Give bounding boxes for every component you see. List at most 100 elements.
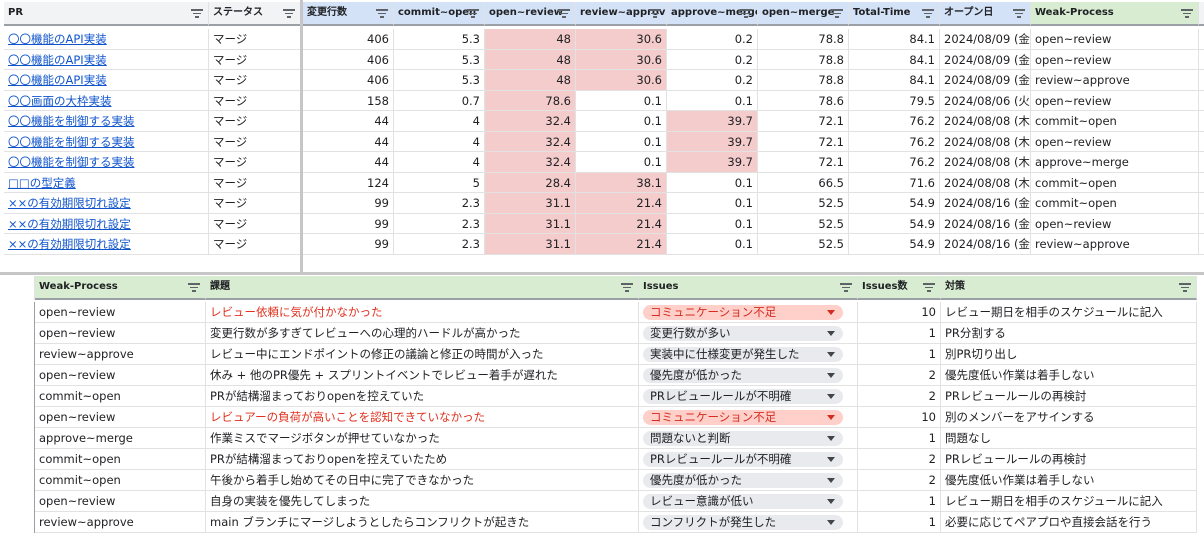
pr-link[interactable]: 〇〇画面の大枠実装 <box>8 94 112 108</box>
header-approve_merge[interactable]: approve~merge <box>667 2 758 26</box>
cell-category[interactable]: コンフリクトが発生した <box>639 512 858 533</box>
filter-icon[interactable] <box>740 9 752 18</box>
cell-pr[interactable]: ××の有効期限切れ設定 <box>4 234 209 255</box>
filter-icon[interactable] <box>467 9 479 18</box>
pr-link[interactable]: ××の有効期限切れ設定 <box>8 196 131 210</box>
chevron-down-icon[interactable] <box>827 436 835 441</box>
cell-pr[interactable]: 〇〇機能のAPI実装 <box>4 29 209 50</box>
chevron-down-icon[interactable] <box>827 499 835 504</box>
filter-icon[interactable] <box>1013 9 1025 18</box>
table-row: □□の型定義 マージ 124 5 28.4 38.1 0.1 66.5 71.6 2024/08/… <box>0 172 1204 193</box>
pr-link[interactable]: 〇〇機能のAPI実装 <box>8 32 107 46</box>
header-commit_open[interactable]: commit~open <box>394 2 485 26</box>
chevron-down-icon[interactable] <box>827 394 835 399</box>
cell-pr[interactable]: 〇〇機能を制御する実装 <box>4 152 209 173</box>
issue-dropdown[interactable]: コミュニケーション不足 <box>643 305 843 320</box>
table-row: ××の有効期限切れ設定 マージ 99 2.3 31.1 21.4 0.1 52.5 54.9 20… <box>0 234 1204 255</box>
frozen-column-divider[interactable] <box>300 0 303 272</box>
cell-pr[interactable]: 〇〇機能のAPI実装 <box>4 49 209 70</box>
cell-weak: commit~open <box>1031 111 1199 132</box>
cell-category[interactable]: レビュー意識が低い <box>639 491 858 512</box>
cell-pr[interactable]: ××の有効期限切れ設定 <box>4 213 209 234</box>
cell-extra <box>1199 214 1204 234</box>
header-lines[interactable]: 変更行数 <box>303 2 394 26</box>
chevron-down-icon[interactable] <box>827 457 835 462</box>
cell-total: 54.9 <box>849 234 940 255</box>
filter-icon[interactable] <box>840 283 852 292</box>
cell-category[interactable]: 優先度が低かった <box>639 365 858 386</box>
issue-dropdown[interactable]: レビュー意識が低い <box>643 494 843 509</box>
filter-icon[interactable] <box>191 9 203 18</box>
cell-pr[interactable]: 〇〇機能を制御する実装 <box>4 111 209 132</box>
issue-dropdown[interactable]: 問題ないと判断 <box>643 431 843 446</box>
header-review_approve[interactable]: review~approve <box>576 2 667 26</box>
chevron-down-icon[interactable] <box>827 373 835 378</box>
header-weak[interactable]: Weak-Process <box>35 276 206 300</box>
header-measure[interactable]: 対策 <box>941 276 1197 300</box>
issue-dropdown[interactable]: 優先度が低かった <box>643 368 843 383</box>
pr-link[interactable]: ××の有効期限切れ設定 <box>8 217 131 231</box>
chevron-down-icon[interactable] <box>827 331 835 336</box>
filter-icon[interactable] <box>922 9 934 18</box>
pr-link[interactable]: ××の有効期限切れ設定 <box>8 237 131 251</box>
pr-link[interactable]: 〇〇機能のAPI実装 <box>8 53 107 67</box>
header-pr[interactable]: PR <box>4 2 209 26</box>
cell-lines: 406 <box>303 49 394 70</box>
filter-icon[interactable] <box>621 283 633 292</box>
header-count[interactable]: Issues数 <box>858 276 941 300</box>
cell-category[interactable]: コミュニケーション不足 <box>639 302 858 323</box>
cell-category[interactable]: 実装中に仕様変更が発生した <box>639 344 858 365</box>
table-row: 〇〇機能を制御する実装 マージ 44 4 32.4 0.1 39.7 72.1 76.2 2024… <box>0 111 1204 132</box>
filter-icon[interactable] <box>649 9 661 18</box>
cell-category[interactable]: 問題ないと判断 <box>639 428 858 449</box>
pr-link[interactable]: 〇〇機能を制御する実装 <box>8 155 135 169</box>
pr-link[interactable]: 〇〇機能を制御する実装 <box>8 135 135 149</box>
cell-category[interactable]: PRレビュールールが不明確 <box>639 386 858 407</box>
cell-category[interactable]: コミュニケーション不足 <box>639 407 858 428</box>
chevron-down-icon[interactable] <box>827 352 835 357</box>
filter-icon[interactable] <box>376 9 388 18</box>
header-issue[interactable]: 課題 <box>206 276 639 300</box>
filter-icon[interactable] <box>1179 283 1191 292</box>
issue-dropdown[interactable]: コンフリクトが発生した <box>643 515 843 530</box>
chevron-down-icon[interactable] <box>827 478 835 483</box>
filter-icon[interactable] <box>188 283 200 292</box>
cell-review_approve: 0.1 <box>576 131 667 152</box>
header-status[interactable]: ステータス <box>209 2 301 26</box>
filter-icon[interactable] <box>831 9 843 18</box>
cell-pr[interactable]: 〇〇機能を制御する実装 <box>4 131 209 152</box>
cell-lines: 44 <box>303 152 394 173</box>
header-open_review[interactable]: open~review <box>485 2 576 26</box>
cell-open_review: 32.4 <box>485 131 576 152</box>
issue-dropdown[interactable]: PRレビュールールが不明確 <box>643 389 843 404</box>
header-category[interactable]: Issues <box>639 276 858 300</box>
issue-dropdown[interactable]: コミュニケーション不足 <box>643 410 843 425</box>
issue-dropdown[interactable]: 優先度が低かった <box>643 473 843 488</box>
header-total[interactable]: Total-Time <box>849 2 940 26</box>
filter-icon[interactable] <box>1181 9 1193 18</box>
issue-dropdown[interactable]: PRレビュールールが不明確 <box>643 452 843 467</box>
header-open_merge[interactable]: open~merge <box>758 2 849 26</box>
issue-dropdown[interactable]: 変更行数が多い <box>643 326 843 341</box>
header-weak[interactable]: Weak-Process <box>1031 2 1199 26</box>
cell-pr[interactable]: 〇〇画面の大枠実装 <box>4 90 209 111</box>
pr-link[interactable]: □□の型定義 <box>8 176 76 190</box>
header-date[interactable]: オープン日 <box>940 2 1031 26</box>
filter-icon[interactable] <box>923 283 935 292</box>
cell-category[interactable]: 変更行数が多い <box>639 323 858 344</box>
filter-icon[interactable] <box>283 9 295 18</box>
cell-pr[interactable]: 〇〇機能のAPI実装 <box>4 70 209 91</box>
cell-lines: 406 <box>303 70 394 91</box>
chevron-down-icon[interactable] <box>827 415 835 420</box>
filter-icon[interactable] <box>558 9 570 18</box>
cell-pr[interactable]: ××の有効期限切れ設定 <box>4 193 209 214</box>
pr-link[interactable]: 〇〇機能のAPI実装 <box>8 73 107 87</box>
cell-category[interactable]: PRレビュールールが不明確 <box>639 449 858 470</box>
pr-link[interactable]: 〇〇機能を制御する実装 <box>8 114 135 128</box>
cell-pr[interactable]: □□の型定義 <box>4 172 209 193</box>
cell-category[interactable]: 優先度が低かった <box>639 470 858 491</box>
cell-extra <box>1199 234 1204 255</box>
issue-dropdown[interactable]: 実装中に仕様変更が発生した <box>643 347 843 362</box>
chevron-down-icon[interactable] <box>827 520 835 525</box>
chevron-down-icon[interactable] <box>827 310 835 315</box>
